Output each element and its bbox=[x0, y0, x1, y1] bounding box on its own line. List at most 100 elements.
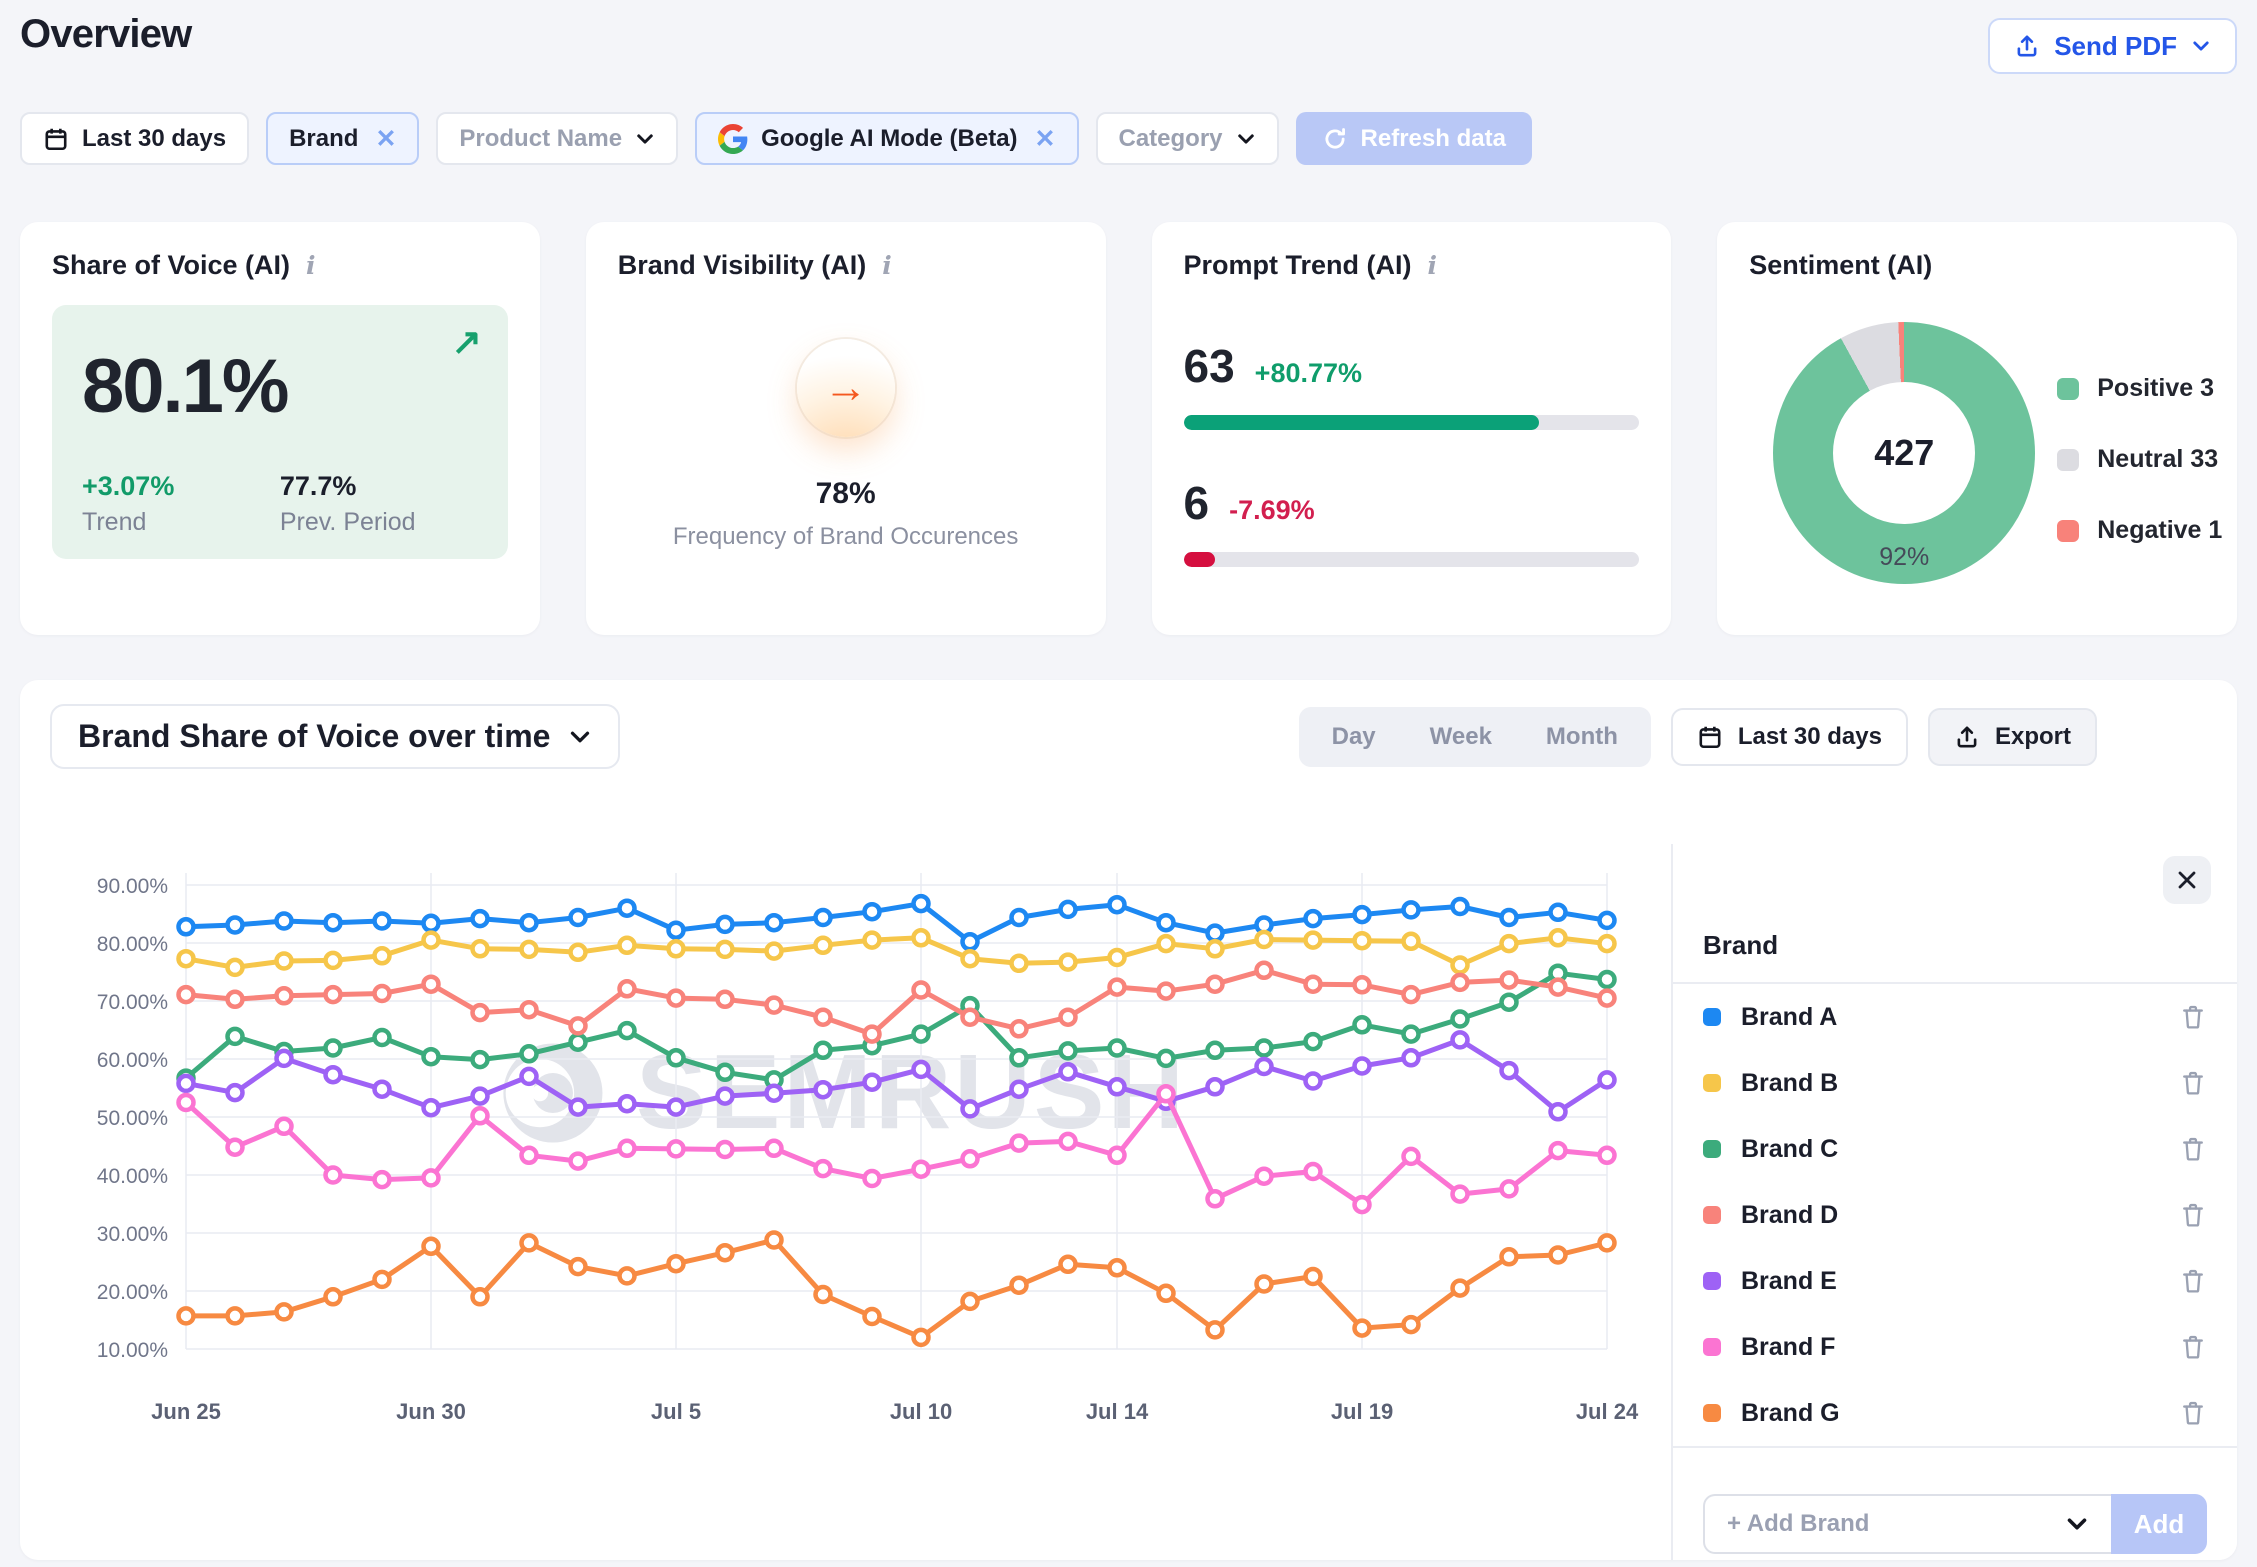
delete-brand-button[interactable] bbox=[2179, 1201, 2207, 1229]
brand-color-swatch bbox=[1703, 1074, 1721, 1092]
share-of-voice-title: Share of Voice (AI) bbox=[52, 250, 290, 281]
info-icon[interactable]: i bbox=[1428, 251, 1438, 280]
brand-name: Brand A bbox=[1741, 1003, 1837, 1032]
add-brand-row: + Add Brand Add bbox=[1703, 1494, 2207, 1554]
filter-bar: Last 30 days Brand ✕ Product Name Google… bbox=[20, 112, 1532, 165]
share-of-voice-card: Share of Voice (AI) i ↗ 80.1% +3.07% Tre… bbox=[20, 222, 540, 635]
brand-visibility-value: 78% bbox=[618, 477, 1074, 511]
trash-icon bbox=[2179, 1069, 2207, 1097]
product-name-filter[interactable]: Product Name bbox=[436, 112, 678, 165]
brand-rows: Brand A Brand B Brand C Brand D Brand E bbox=[1673, 984, 2237, 1446]
remove-brand-filter-icon[interactable]: ✕ bbox=[375, 124, 396, 154]
brand-filter-label: Brand bbox=[289, 125, 358, 153]
svg-text:20.00%: 20.00% bbox=[97, 1281, 168, 1304]
brand-color-swatch bbox=[1703, 1338, 1721, 1356]
ai-mode-filter-chip[interactable]: Google AI Mode (Beta) ✕ bbox=[695, 112, 1078, 165]
svg-text:80.00%: 80.00% bbox=[97, 933, 168, 956]
close-panel-button[interactable] bbox=[2163, 856, 2211, 904]
add-brand-select[interactable]: + Add Brand bbox=[1703, 1494, 2111, 1554]
info-icon[interactable]: i bbox=[882, 251, 892, 280]
sentiment-title-row: Sentiment (AI) bbox=[1749, 250, 2205, 281]
remove-ai-mode-filter-icon[interactable]: ✕ bbox=[1035, 124, 1056, 154]
calendar-icon bbox=[43, 126, 69, 152]
chevron-down-icon bbox=[2065, 1512, 2089, 1536]
delete-brand-button[interactable] bbox=[2179, 1267, 2207, 1295]
prompt-up-bar-fill bbox=[1184, 415, 1539, 430]
date-range-filter[interactable]: Last 30 days bbox=[20, 112, 249, 165]
brand-share-of-voice-section: Brand Share of Voice over time DayWeekMo… bbox=[20, 680, 2237, 1560]
prompt-up-pct: +80.77% bbox=[1255, 358, 1362, 389]
svg-text:Jun 25: Jun 25 bbox=[151, 1399, 221, 1424]
brand-visibility-title: Brand Visibility (AI) bbox=[618, 250, 867, 281]
svg-text:30.00%: 30.00% bbox=[97, 1223, 168, 1246]
refresh-icon bbox=[1322, 126, 1348, 152]
brand-name: Brand F bbox=[1741, 1333, 1835, 1362]
svg-text:Jul 19: Jul 19 bbox=[1331, 1399, 1393, 1424]
sentiment-card: Sentiment (AI) 427 92% Positive 3 Neutral… bbox=[1717, 222, 2237, 635]
brand-color-swatch bbox=[1703, 1008, 1721, 1026]
delete-brand-button[interactable] bbox=[2179, 1069, 2207, 1097]
svg-text:90.00%: 90.00% bbox=[97, 875, 168, 898]
prompt-down-count: 6 bbox=[1184, 476, 1210, 530]
delete-brand-button[interactable] bbox=[2179, 1333, 2207, 1361]
add-brand-button[interactable]: Add bbox=[2111, 1494, 2207, 1554]
chevron-down-icon bbox=[2191, 36, 2211, 56]
sentiment-legend-item: Negative 1 bbox=[2057, 516, 2222, 545]
brand-row[interactable]: Brand F bbox=[1673, 1314, 2237, 1380]
brand-row[interactable]: Brand B bbox=[1673, 1050, 2237, 1116]
refresh-data-label: Refresh data bbox=[1361, 125, 1506, 153]
brand-name: Brand B bbox=[1741, 1069, 1838, 1098]
trash-icon bbox=[2179, 1267, 2207, 1295]
delete-brand-button[interactable] bbox=[2179, 1003, 2207, 1031]
brand-filter-chip[interactable]: Brand ✕ bbox=[266, 112, 419, 165]
trash-icon bbox=[2179, 1399, 2207, 1427]
share-of-voice-line-chart[interactable]: 10.00%20.00%30.00%40.00%50.00%60.00%70.0… bbox=[20, 680, 1694, 1553]
share-of-voice-value: 80.1% bbox=[82, 343, 478, 430]
prev-period-label: Prev. Period bbox=[280, 508, 478, 537]
chevron-down-icon bbox=[1236, 129, 1256, 149]
export-label: Export bbox=[1995, 723, 2071, 751]
prompt-down-pct: -7.69% bbox=[1229, 495, 1315, 526]
svg-text:10.00%: 10.00% bbox=[97, 1339, 168, 1362]
trend-up-arrow-icon: ↗ bbox=[452, 321, 482, 363]
brand-row[interactable]: Brand E bbox=[1673, 1248, 2237, 1314]
prev-period-value: 77.7% bbox=[280, 471, 478, 502]
arrow-right-circle-icon[interactable]: → bbox=[797, 339, 895, 437]
share-of-voice-stats: +3.07% Trend 77.7% Prev. Period bbox=[82, 471, 478, 537]
refresh-data-button[interactable]: Refresh data bbox=[1296, 112, 1532, 165]
trend-value: +3.07% bbox=[82, 471, 280, 502]
chart-date-range-button[interactable]: Last 30 days bbox=[1671, 708, 1908, 766]
delete-brand-button[interactable] bbox=[2179, 1399, 2207, 1427]
google-logo-icon bbox=[718, 124, 748, 154]
delete-brand-button[interactable] bbox=[2179, 1135, 2207, 1163]
brand-color-swatch bbox=[1703, 1404, 1721, 1422]
brand-panel-header: Brand bbox=[1703, 930, 1778, 961]
sentiment-legend: Positive 3 Neutral 33 Negative 1 bbox=[2057, 374, 2222, 545]
brand-row[interactable]: Brand G bbox=[1673, 1380, 2237, 1446]
divider bbox=[1673, 1446, 2237, 1448]
chevron-down-icon bbox=[635, 129, 655, 149]
brand-row[interactable]: Brand A bbox=[1673, 984, 2237, 1050]
svg-text:40.00%: 40.00% bbox=[97, 1165, 168, 1188]
page-title: Overview bbox=[20, 12, 192, 57]
export-button[interactable]: Export bbox=[1928, 708, 2097, 766]
share-of-voice-panel: ↗ 80.1% +3.07% Trend 77.7% Prev. Period bbox=[52, 305, 508, 559]
category-filter[interactable]: Category bbox=[1096, 112, 1279, 165]
info-icon[interactable]: i bbox=[306, 251, 316, 280]
send-pdf-button[interactable]: Send PDF bbox=[1988, 18, 2237, 74]
brand-color-swatch bbox=[1703, 1140, 1721, 1158]
prompt-trend-title-row: Prompt Trend (AI) i bbox=[1184, 250, 1640, 281]
sentiment-title: Sentiment (AI) bbox=[1749, 250, 1932, 281]
brand-row[interactable]: Brand C bbox=[1673, 1116, 2237, 1182]
brand-visibility-caption: Frequency of Brand Occurences bbox=[618, 523, 1074, 551]
prompt-up-count: 63 bbox=[1184, 339, 1235, 393]
upload-icon bbox=[2014, 33, 2040, 59]
legend-label: Positive 3 bbox=[2097, 374, 2214, 403]
brand-row[interactable]: Brand D bbox=[1673, 1182, 2237, 1248]
legend-color-swatch bbox=[2057, 378, 2079, 400]
product-name-label: Product Name bbox=[459, 125, 622, 153]
legend-label: Neutral 33 bbox=[2097, 445, 2218, 474]
calendar-icon bbox=[1697, 724, 1723, 750]
sentiment-donut-chart[interactable]: 427 92% bbox=[1773, 322, 2035, 584]
kpi-row: Share of Voice (AI) i ↗ 80.1% +3.07% Tre… bbox=[20, 222, 2237, 635]
